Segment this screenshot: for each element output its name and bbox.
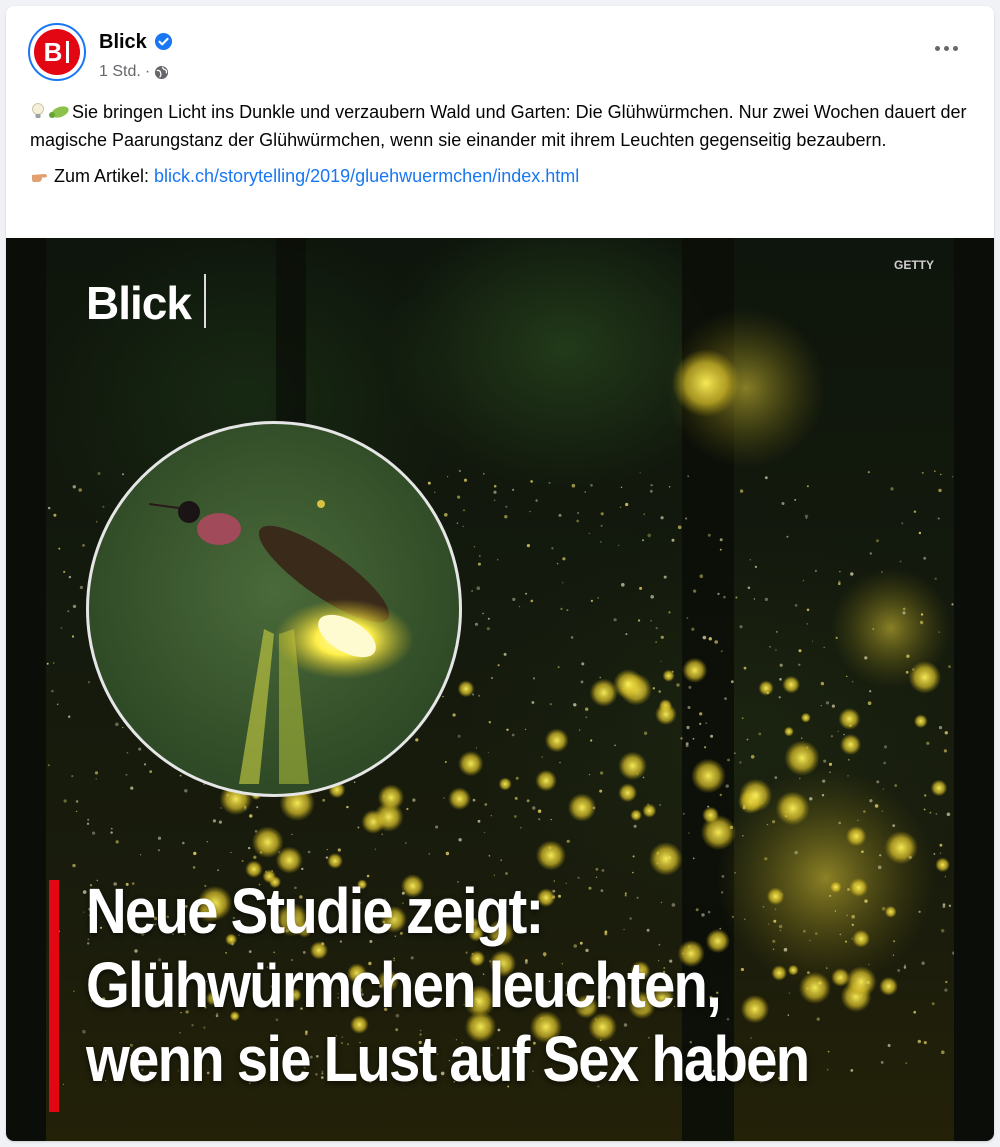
headline-accent-bar bbox=[49, 880, 59, 1112]
image-credit: GETTY bbox=[893, 258, 934, 272]
lightbulb-emoji-icon bbox=[32, 103, 44, 118]
article-link[interactable]: blick.ch/storytelling/2019/gluehwuermche… bbox=[154, 166, 579, 186]
headline-line-1: Neue Studie zeigt: bbox=[86, 875, 544, 947]
post-image[interactable]: Blick GETTY Neue Studie zeigt: Glühwürmc… bbox=[6, 238, 994, 1141]
avatar-letter: B bbox=[43, 36, 63, 67]
verified-badge-icon bbox=[154, 32, 173, 51]
post-text-main: Sie bringen Licht ins Dunkle und verzaub… bbox=[30, 102, 967, 150]
firefly-closeup-inset bbox=[86, 421, 462, 797]
headline-line-2: Glühwürmchen leuchten, bbox=[86, 949, 722, 1021]
post-message: Sie bringen Licht ins Dunkle und verzaub… bbox=[30, 98, 980, 190]
globe-icon bbox=[155, 65, 169, 79]
blick-logo-avatar: B bbox=[34, 29, 80, 75]
page-avatar[interactable]: B bbox=[28, 23, 86, 81]
image-headline: Neue Studie zeigt: Glühwürmchen leuchten… bbox=[86, 874, 843, 1096]
image-brand-logo: Blick bbox=[86, 277, 192, 329]
more-options-icon[interactable] bbox=[928, 36, 964, 60]
page-name[interactable]: Blick bbox=[99, 30, 147, 54]
headline-line-3: wenn sie Lust auf Sex haben bbox=[86, 1023, 810, 1095]
link-prefix: Zum Artikel: bbox=[54, 166, 155, 186]
post-timestamp[interactable]: 1 Std. bbox=[99, 62, 141, 82]
post-meta: 1 Std. · bbox=[99, 62, 169, 82]
firefly-image: Blick GETTY Neue Studie zeigt: Glühwürmc… bbox=[46, 238, 954, 1141]
meta-separator: · bbox=[144, 63, 151, 80]
pointing-hand-emoji-icon bbox=[32, 174, 47, 182]
facebook-post-card: B Blick 1 Std. · Sie bringen Licht ins D… bbox=[6, 6, 994, 1141]
bug-emoji-icon bbox=[49, 106, 69, 118]
